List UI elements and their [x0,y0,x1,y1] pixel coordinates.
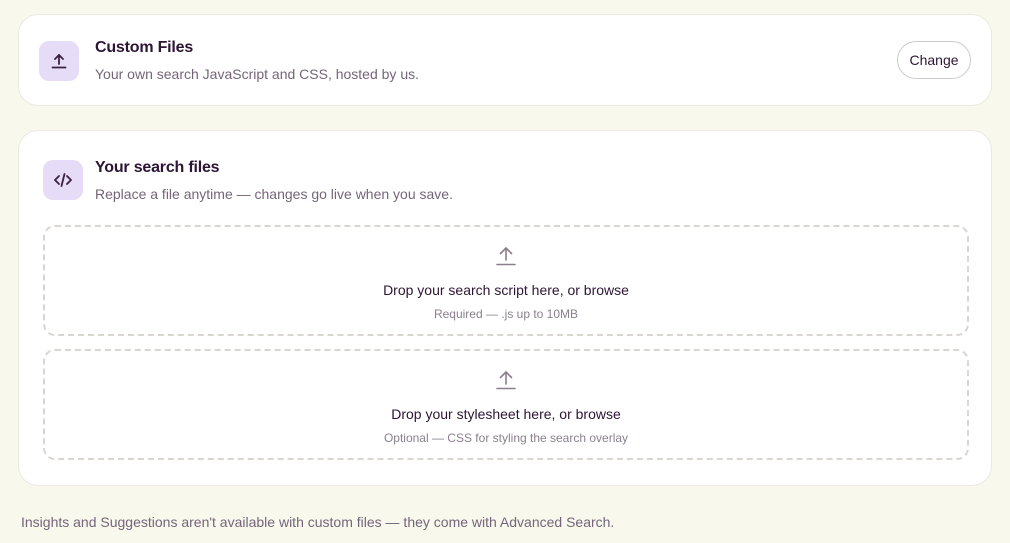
custom-files-title: Custom Files [95,39,194,56]
custom-files-subtitle: Your own search JavaScript and CSS, host… [95,66,419,82]
upload-icon [496,247,516,266]
upload-icon [39,41,79,81]
search-files-card: Your search files Replace a file anytime… [18,130,992,486]
search-files-title: Your search files [95,159,220,176]
script-dropzone-hint: Required — .js up to 10MB [433,307,579,321]
change-button[interactable]: Change [897,41,971,79]
script-dropzone[interactable]: Drop your search script here, or browse … [43,225,969,336]
advanced-search-footnote: Insights and Suggestions aren't availabl… [21,514,615,530]
stylesheet-dropzone[interactable]: Drop your stylesheet here, or browse Opt… [43,349,969,460]
stylesheet-dropzone-hint: Optional — CSS for styling the search ov… [383,431,629,445]
code-icon [43,160,83,200]
search-files-subtitle: Replace a file anytime — changes go live… [95,186,453,202]
upload-icon [496,371,516,390]
custom-files-card: Custom Files Your own search JavaScript … [18,14,992,106]
stylesheet-dropzone-label: Drop your stylesheet here, or browse [391,406,621,422]
script-dropzone-label: Drop your search script here, or browse [383,282,629,298]
